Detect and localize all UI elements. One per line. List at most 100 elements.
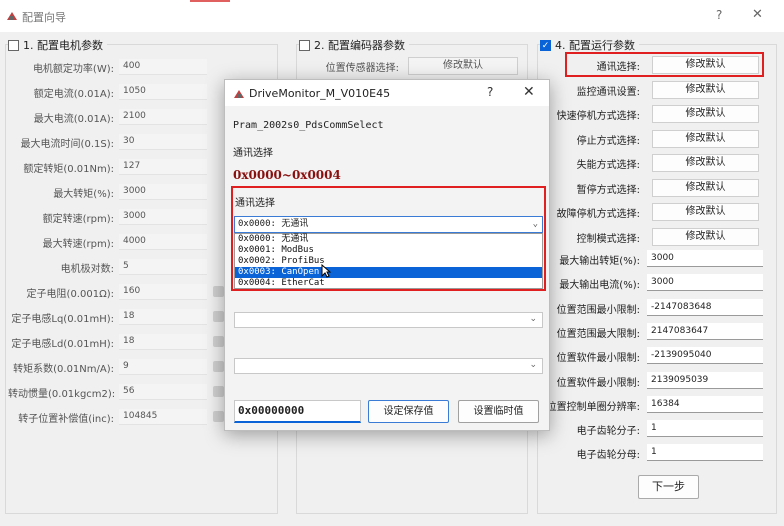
option-dropdown-list: 0x0000: 无通讯 0x0001: ModBus 0x0002: Profi… — [234, 233, 543, 289]
motor-param-value[interactable]: 160 — [119, 284, 207, 300]
run-option-label: 失能方式选择: — [576, 160, 640, 171]
run-value-input[interactable]: -2139095040 — [647, 347, 763, 365]
dialog-app-icon — [234, 90, 244, 98]
motor-param-value[interactable]: 400 — [119, 59, 207, 75]
run-value-input[interactable]: 3000 — [647, 250, 763, 267]
run-modify-button[interactable]: 修改默认 — [652, 154, 759, 172]
motor-section-header: 1. 配置电机参数 — [8, 37, 107, 53]
run-value-label: 电子齿轮分母: — [576, 450, 640, 462]
param-name: Pram_2002s0_PdsCommSelect — [233, 120, 384, 131]
motor-param-checkbox[interactable] — [213, 286, 224, 297]
motor-param-value[interactable]: 5 — [119, 259, 207, 275]
motor-param-value[interactable]: 4000 — [119, 234, 207, 250]
motor-param-label: 转子位置补偿值(inc): — [18, 414, 114, 425]
secondary-combobox-1[interactable]: ⌄ — [234, 312, 543, 328]
run-option-label: 快速停机方式选择: — [556, 111, 640, 122]
motor-param-value[interactable]: 127 — [119, 159, 207, 175]
dropdown-option[interactable]: 0x0004: EtherCat — [235, 278, 542, 289]
run-value-input[interactable]: -2147083648 — [647, 298, 763, 316]
motor-param-label: 最大转矩(%): — [53, 189, 114, 200]
motor-param-value[interactable]: 104845 — [119, 409, 207, 425]
motor-param-value[interactable]: 3000 — [119, 184, 207, 200]
motor-param-label: 额定转速(rpm): — [42, 214, 114, 225]
set-save-value-button[interactable]: 设定保存值 — [368, 400, 449, 423]
run-section-title: 4. 配置运行参数 — [555, 39, 635, 52]
motor-param-checkbox[interactable] — [213, 336, 224, 347]
chevron-down-icon: ⌄ — [529, 314, 537, 324]
motor-param-label: 定子电感Lq(0.01mH): — [11, 314, 114, 325]
run-modify-button[interactable]: 修改默认 — [652, 227, 759, 246]
motor-param-value[interactable]: 18 — [119, 334, 207, 350]
secondary-combobox-2[interactable]: ⌄ — [234, 358, 543, 374]
run-modify-button[interactable]: 修改默认 — [652, 178, 759, 197]
run-value-input[interactable]: 3000 — [647, 274, 763, 292]
mouse-cursor-icon — [321, 264, 331, 278]
run-value-input[interactable]: 2139095039 — [647, 371, 763, 389]
help-button[interactable]: ? — [716, 8, 722, 22]
motor-section-checkbox[interactable] — [8, 39, 19, 51]
run-modify-button[interactable]: 修改默认 — [652, 203, 759, 221]
run-value-label: 最大输出电流(%): — [559, 280, 640, 292]
run-value-input[interactable]: 16384 — [647, 395, 763, 413]
motor-param-value[interactable]: 30 — [119, 134, 207, 150]
window-title: 配置向导 — [22, 11, 66, 24]
title-bar — [0, 0, 784, 32]
app-icon — [7, 12, 17, 20]
run-modify-button[interactable]: 修改默认 — [652, 80, 759, 99]
motor-param-label: 额定转矩(0.01Nm): — [23, 164, 114, 175]
dropdown-option[interactable]: 0x0001: ModBus — [235, 245, 542, 256]
run-value-input[interactable]: 2147083647 — [647, 322, 763, 340]
encoder-section-checkbox[interactable] — [299, 39, 310, 51]
motor-param-value[interactable]: 2100 — [119, 109, 207, 125]
next-step-button[interactable]: 下一步 — [638, 475, 699, 499]
option-label: 通讯选择 — [235, 198, 275, 209]
motor-param-label: 电机极对数: — [60, 264, 114, 275]
run-modify-button[interactable]: 修改默认 — [652, 129, 759, 148]
run-value-label: 位置范围最小限制: — [556, 304, 640, 316]
sensor-modify-button[interactable]: 修改默认 — [408, 57, 518, 75]
param-description: 通讯选择 — [233, 148, 273, 159]
encoder-section-title: 2. 配置编码器参数 — [314, 39, 405, 52]
dropdown-option-highlighted[interactable]: 0x0003: CanOpen — [235, 267, 542, 278]
motor-param-label: 最大电流(0.01A): — [33, 114, 114, 125]
run-option-label: 停止方式选择: — [576, 135, 640, 147]
param-dialog: DriveMonitor_M_V010E45 ? ✕ Pram_2002s0_P… — [224, 79, 550, 431]
dialog-help-button[interactable]: ? — [487, 85, 493, 99]
run-value-label: 位置范围最大限制: — [556, 328, 640, 340]
motor-param-checkbox[interactable] — [213, 311, 224, 322]
run-modify-button[interactable]: 修改默认 — [652, 105, 759, 123]
run-option-label: 暂停方式选择: — [576, 184, 640, 196]
motor-param-value[interactable]: 56 — [119, 384, 207, 400]
dialog-close-button[interactable]: ✕ — [523, 84, 535, 100]
set-temp-value-button[interactable]: 设置临时值 — [458, 400, 539, 423]
dropdown-option[interactable]: 0x0000: 无通讯 — [235, 234, 542, 245]
value-input[interactable]: 0x00000000 — [234, 400, 361, 423]
run-value-label: 位置软件最小限制: — [556, 353, 640, 365]
motor-param-label: 最大电流时间(0.1S): — [20, 139, 114, 150]
motor-param-label: 最大转速(rpm): — [42, 239, 114, 250]
motor-param-checkbox[interactable] — [213, 361, 224, 372]
run-section-checkbox[interactable]: ✓ — [540, 39, 551, 51]
run-value-label: 位置控制单圈分辨率: — [546, 401, 640, 413]
motor-param-value[interactable]: 9 — [119, 359, 207, 375]
chevron-down-icon[interactable]: ⌄ — [533, 217, 538, 232]
chevron-down-icon: ⌄ — [529, 360, 537, 370]
sensor-select-label: 位置传感器选择: — [325, 63, 399, 74]
dropdown-option[interactable]: 0x0002: ProfiBus — [235, 256, 542, 267]
motor-param-label: 定子电阻(0.001Ω): — [26, 289, 114, 300]
motor-param-label: 电机额定功率(W): — [32, 64, 114, 75]
option-combobox[interactable]: 0x0000: 无通讯 ⌄ — [234, 216, 543, 233]
motor-param-checkbox[interactable] — [213, 411, 224, 422]
run-option-label: 故障停机方式选择: — [556, 209, 640, 220]
run-value-input[interactable]: 1 — [647, 420, 763, 438]
run-value-label: 电子齿轮分子: — [576, 426, 640, 438]
run-value-input[interactable]: 1 — [647, 444, 763, 462]
close-button[interactable]: ✕ — [752, 7, 763, 22]
run-option-label: 监控通讯设置: — [576, 86, 640, 98]
motor-param-value[interactable]: 3000 — [119, 209, 207, 225]
motor-param-value[interactable]: 18 — [119, 309, 207, 325]
motor-param-value[interactable]: 1050 — [119, 84, 207, 100]
motor-param-checkbox[interactable] — [213, 386, 224, 397]
motor-param-label: 转动惯量(0.01kgcm2): — [8, 389, 116, 400]
combobox-value: 0x0000: 无通讯 — [238, 219, 309, 229]
